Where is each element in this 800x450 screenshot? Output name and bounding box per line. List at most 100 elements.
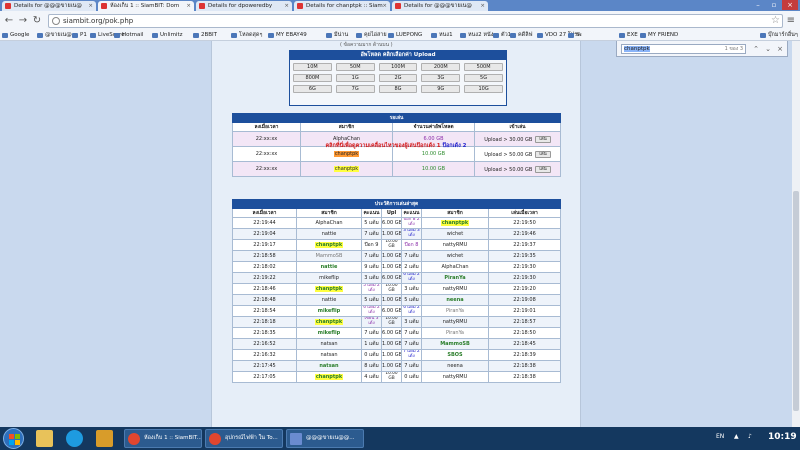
pokdeng-2-link[interactable]: ป๊อกเด้ง 2 xyxy=(443,143,467,149)
history-value: 1.00 GB xyxy=(382,253,402,259)
find-prev-icon[interactable]: ⌃ xyxy=(751,44,761,54)
history-cell: chanptpk xyxy=(296,283,362,295)
bookmark-star-icon[interactable]: ☆ xyxy=(771,15,780,27)
page-info-icon[interactable] xyxy=(52,17,60,25)
scrollbar-thumb[interactable] xyxy=(793,191,799,411)
bookmark-item[interactable]: Hotmail xyxy=(114,30,143,41)
bookmark-item[interactable]: MY EBAY49 xyxy=(268,30,307,41)
history-cell: PiranYa xyxy=(421,327,489,339)
browser-tab-active[interactable]: ห้องเก็บ 1 :: SiamBIT: Dom × xyxy=(98,1,194,11)
browser-tab[interactable]: Details for @@@ขายเน@ × xyxy=(2,1,96,11)
back-arrow-icon[interactable]: ← xyxy=(3,15,15,27)
minimize-icon[interactable]: – xyxy=(750,0,766,10)
upload-option-button[interactable]: 200M xyxy=(421,63,461,71)
upload-option-button[interactable]: 800M xyxy=(293,74,332,82)
upload-option-button[interactable]: 100M xyxy=(378,63,418,71)
bookmark-item[interactable]: LUEPONG xyxy=(388,30,422,41)
close-tab-icon[interactable]: × xyxy=(284,1,289,11)
tray-flag-icon[interactable]: ▲ xyxy=(734,433,739,440)
bookmark-icon xyxy=(152,33,158,38)
bookmark-icon xyxy=(760,33,766,38)
bookmark-item[interactable]: MY FRIEND xyxy=(640,30,678,41)
bookmark-item[interactable]: 2BBIT xyxy=(193,30,217,41)
history-cell: 22:18:58 xyxy=(232,250,297,262)
history-cell: mikeflip xyxy=(296,327,362,339)
history-member: MammoSB xyxy=(315,253,343,259)
browser-tab[interactable]: Details for chanptpk :: Siam × xyxy=(294,1,390,11)
history-cell: 6.00 GB xyxy=(381,327,402,339)
waiting-time-cell: 22:xx:xx xyxy=(232,161,301,177)
bookmark-item[interactable]: โหลดสุดๆ xyxy=(231,30,262,41)
close-tab-icon[interactable]: × xyxy=(382,1,387,11)
history-cell: AlphaChan xyxy=(296,217,362,229)
history-value: 22:19:37 xyxy=(513,242,536,248)
history-cell: เซียน 3 เด้ง xyxy=(361,316,382,328)
history-cell: neena xyxy=(421,360,489,372)
history-cell: 7 แต้ม 2 เด้ง xyxy=(401,349,422,361)
start-button[interactable] xyxy=(3,428,24,449)
play-button[interactable]: เล่น xyxy=(535,150,551,158)
bookmark-item[interactable]: หนง2 หนัง xyxy=(460,30,493,41)
bookmark-item[interactable]: Unlimitz xyxy=(152,30,183,41)
play-button[interactable]: เล่น xyxy=(535,165,551,173)
history-member: chanptpk xyxy=(314,374,344,380)
close-tab-icon[interactable]: × xyxy=(88,1,93,11)
bookmark-item[interactable]: ตัว1 xyxy=(493,30,511,41)
upload-option-button[interactable]: 9G xyxy=(421,85,461,93)
upload-option-button[interactable]: 2G xyxy=(378,74,418,82)
app-icon[interactable] xyxy=(96,430,113,447)
bookmark-item[interactable]: @ขายเน@ xyxy=(37,30,72,41)
history-cell: 7 แต้ม xyxy=(401,250,422,262)
history-value: 10.00 GB xyxy=(385,316,398,326)
taskbar-chrome-window-2[interactable]: อุปกรณ์ไฟฟ้า ใน To... xyxy=(205,429,283,448)
menu-icon[interactable]: ≡ xyxy=(787,15,795,27)
upload-option-button[interactable]: 50M xyxy=(335,63,375,71)
upload-option-button[interactable]: 8G xyxy=(378,85,418,93)
upload-option-button[interactable]: 7G xyxy=(335,85,375,93)
history-column-header: สมาชิก xyxy=(296,208,362,218)
site-favicon-icon xyxy=(101,3,107,9)
volume-icon[interactable]: ♪ xyxy=(748,433,752,440)
clock[interactable]: 10:19 xyxy=(768,432,797,442)
file-explorer-icon[interactable] xyxy=(36,430,53,447)
bookmark-item[interactable]: คดีลิฟ xyxy=(510,30,533,41)
close-tab-icon[interactable]: × xyxy=(480,1,485,11)
upload-option-button[interactable]: 500M xyxy=(464,63,503,71)
browser-tab[interactable]: Details for dpoweredby × xyxy=(196,1,292,11)
history-member: neena xyxy=(447,363,463,369)
skype-icon[interactable] xyxy=(66,430,83,447)
history-member: nattyRMU xyxy=(442,242,468,248)
reload-icon[interactable]: ↻ xyxy=(31,15,43,27)
upload-option-button[interactable]: 3G xyxy=(421,74,461,82)
upload-option-button[interactable]: 10G xyxy=(464,85,503,93)
upload-option-button[interactable]: 5G xyxy=(464,74,503,82)
bookmark-item[interactable]: คุยไอ่สาย xyxy=(356,30,387,41)
close-window-icon[interactable]: × xyxy=(782,0,798,10)
address-bar[interactable]: siambit.org/pok.php xyxy=(48,14,783,28)
upload-option-button[interactable]: 1G xyxy=(335,74,375,82)
taskbar-app-window[interactable]: @@@ขายเน@@... xyxy=(286,429,364,448)
upload-option-button[interactable]: 6G xyxy=(293,85,332,93)
forward-arrow-icon[interactable]: → xyxy=(17,15,29,27)
bookmark-item[interactable]: มีน่าน xyxy=(326,30,348,41)
history-value: 8 แต้ม xyxy=(364,363,379,369)
page-scrollbar[interactable] xyxy=(792,41,800,427)
language-indicator[interactable]: EN xyxy=(716,433,724,440)
history-cell: 1 แต้ม xyxy=(361,338,382,350)
find-next-icon[interactable]: ⌄ xyxy=(763,44,773,54)
bookmark-item[interactable]: Google xyxy=(2,30,29,41)
bookmark-item[interactable]: EXE xyxy=(619,30,638,41)
upload-option-button[interactable]: 10M xyxy=(293,63,332,71)
bookmark-item[interactable]: P1 xyxy=(72,30,87,41)
bookmark-item[interactable]: บุ๊กมาร์กอื่นๆ xyxy=(760,30,798,41)
history-cell: MammoSB xyxy=(296,250,362,262)
close-tab-icon[interactable]: × xyxy=(186,1,191,11)
history-value: 22:18:38 xyxy=(513,374,536,380)
taskbar-chrome-window-1[interactable]: ห้องเก็บ 1 :: SiamBIT... xyxy=(124,429,202,448)
find-input[interactable]: chanptpk 1 ของ 3 xyxy=(621,44,746,54)
bookmark-item[interactable]: หนง1 xyxy=(431,30,453,41)
browser-tab[interactable]: Details for @@@ขายเน@ × xyxy=(392,1,488,11)
find-close-icon[interactable]: × xyxy=(775,44,785,54)
bookmark-item[interactable]: ระ xyxy=(568,30,582,41)
maximize-icon[interactable]: ▫ xyxy=(766,0,782,10)
